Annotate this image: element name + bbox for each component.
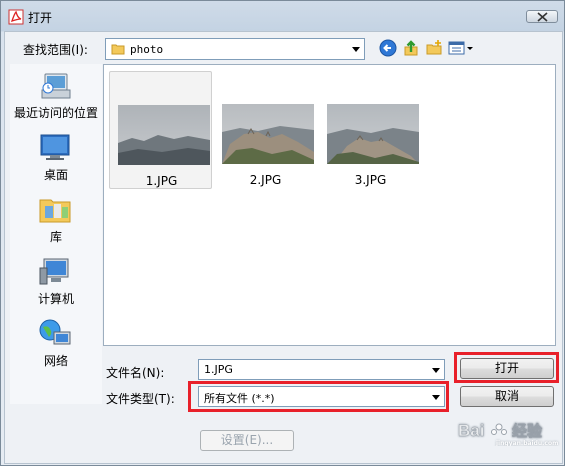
file-item-1[interactable]: 1.JPG [109, 71, 212, 189]
place-libraries[interactable]: 库 [10, 194, 102, 250]
view-menu-icon[interactable] [448, 39, 476, 57]
folder-icon [111, 44, 125, 55]
back-icon[interactable] [379, 39, 397, 57]
close-button[interactable] [526, 10, 558, 23]
places-bar: 最近访问的位置 桌面 库 计算机 网络 [10, 64, 102, 404]
file-item-2[interactable]: 2.JPG [214, 71, 317, 189]
cancel-button[interactable]: 取消 [460, 386, 554, 407]
highlight-filetype [188, 381, 449, 412]
file-name: 3.JPG [354, 173, 387, 187]
close-icon [537, 12, 548, 22]
look-in-label: 查找范围(I): [23, 43, 88, 57]
chevron-down-icon [352, 47, 360, 52]
chevron-down-icon [432, 368, 440, 373]
look-in-combo[interactable]: photo [105, 38, 365, 60]
settings-button[interactable]: 设置(E)... [200, 430, 294, 451]
libraries-icon [39, 199, 71, 223]
open-file-dialog: 打开 查找范围(I): photo 最近访问的位置 桌面 库 计算机 网络 1.… [0, 0, 565, 466]
pdf-app-icon [8, 9, 24, 25]
filename-value: 1.JPG [204, 363, 233, 376]
title-bar: 打开 [1, 1, 564, 31]
place-computer[interactable]: 计算机 [10, 256, 102, 312]
baidu-jingyan-logo: Bai 经验 jingyan.baidu.com [458, 421, 559, 446]
computer-icon [39, 258, 69, 285]
file-item-3[interactable]: 3.JPG [319, 71, 422, 189]
baidu-watermark: Bai 经验 jingyan.baidu.com [456, 416, 565, 446]
filetype-label: 文件类型(T): [106, 392, 175, 406]
place-label: 计算机 [37, 292, 74, 306]
place-desktop[interactable]: 桌面 [10, 132, 102, 188]
filename-input[interactable]: 1.JPG [198, 359, 445, 380]
look-in-value: photo [130, 43, 164, 56]
place-network[interactable]: 网络 [10, 318, 102, 374]
svg-text:经验: 经验 [512, 422, 543, 440]
recent-places-icon [41, 73, 71, 99]
place-recent[interactable]: 最近访问的位置 [10, 70, 102, 126]
svg-text:jingyan.baidu.com: jingyan.baidu.com [495, 440, 558, 446]
file-thumbnail [222, 104, 314, 164]
desktop-icon [40, 134, 70, 160]
highlight-open [454, 352, 559, 383]
window-title: 打开 [28, 11, 53, 25]
filename-label: 文件名(N): [106, 366, 165, 380]
network-icon [39, 319, 71, 345]
up-folder-icon[interactable] [402, 39, 420, 57]
svg-text:Bai: Bai [458, 421, 484, 440]
file-name: 1.JPG [145, 174, 178, 188]
file-thumbnail [118, 105, 210, 165]
file-name: 2.JPG [249, 173, 282, 187]
file-list[interactable]: 1.JPG 2.JPG 3.JPG [103, 64, 556, 346]
place-label: 桌面 [43, 168, 68, 182]
file-thumbnail [327, 104, 419, 164]
place-label: 网络 [43, 354, 68, 368]
place-label: 库 [49, 230, 62, 244]
place-label: 最近访问的位置 [13, 106, 98, 120]
new-folder-icon[interactable] [425, 39, 443, 57]
